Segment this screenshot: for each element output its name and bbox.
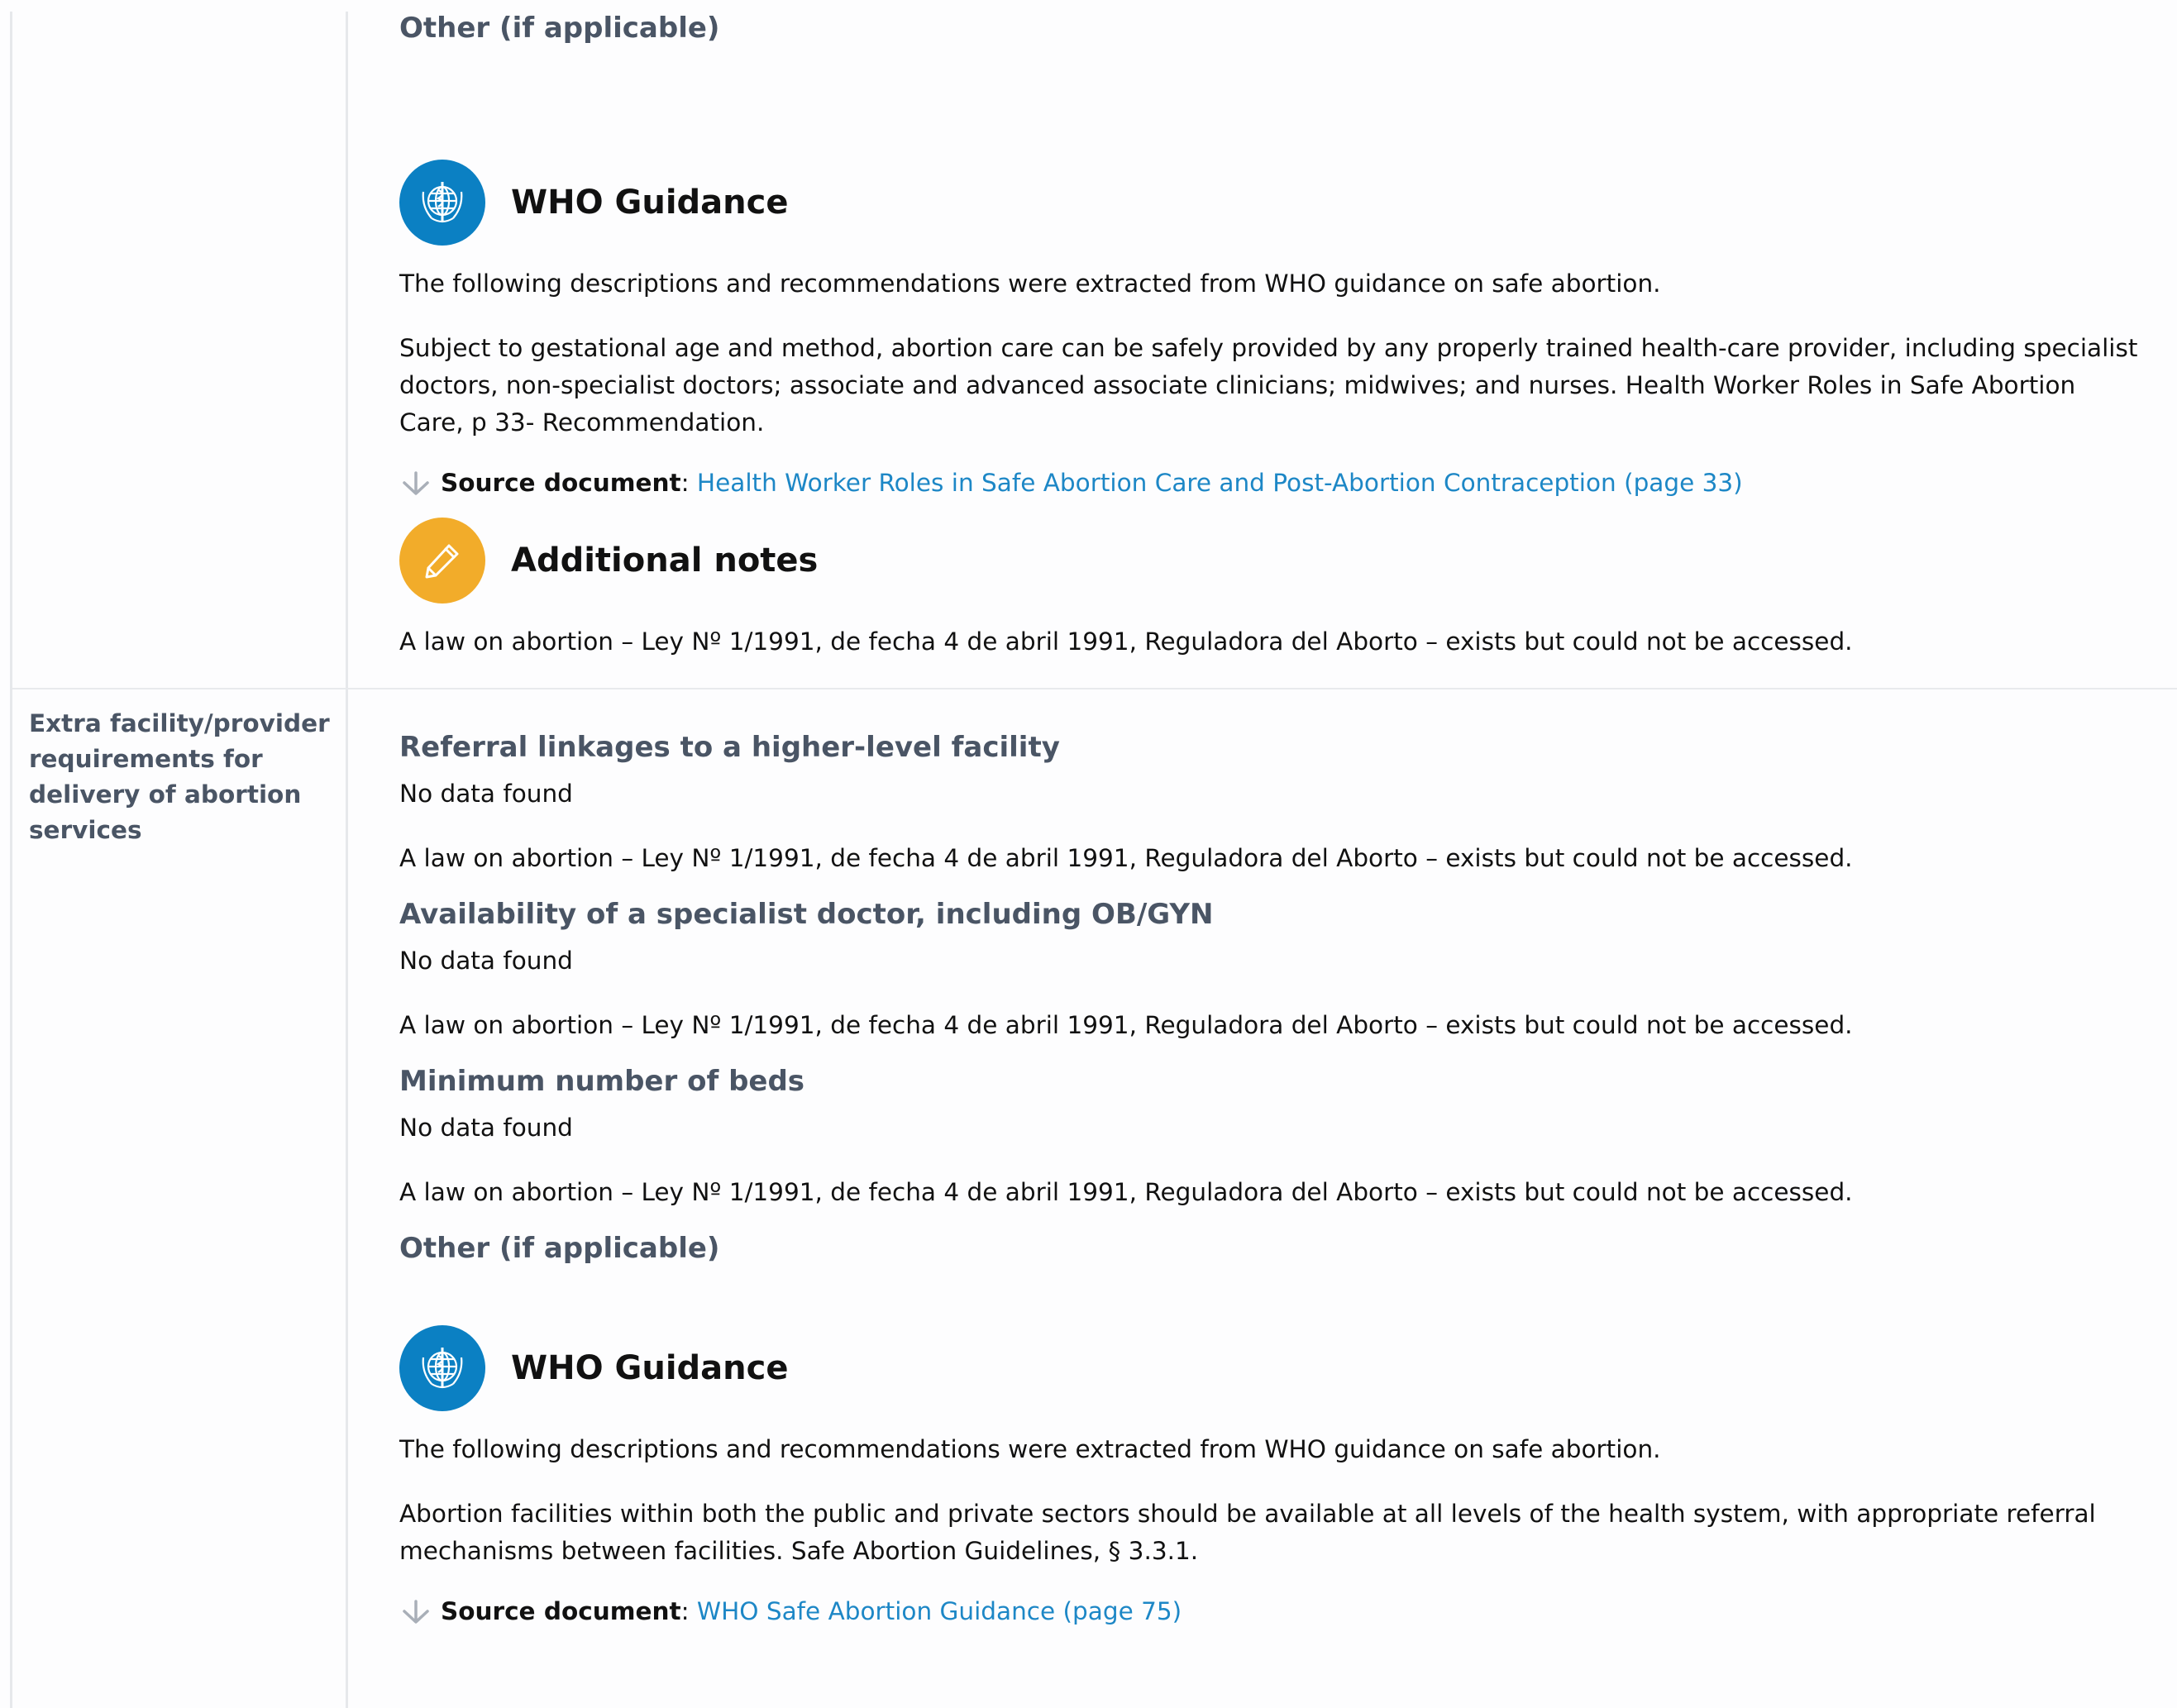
additional-notes-header: Additional notes (399, 518, 2146, 604)
criterion-note: A law on abortion – Ley Nº 1/1991, de fe… (399, 844, 1853, 872)
source-label: Source document (441, 469, 681, 497)
down-arrow-icon (403, 471, 429, 495)
criterion-note: A law on abortion – Ley Nº 1/1991, de fe… (399, 1011, 1853, 1039)
row-label-cell (12, 12, 348, 688)
down-arrow-icon (403, 1600, 429, 1624)
who-body-line: Abortion facilities within both the publ… (399, 1500, 2096, 1528)
additional-notes-title: Additional notes (511, 542, 819, 580)
table-row: Other (if applicable) WHO Guidance The f… (12, 12, 2177, 689)
who-body: Subject to gestational age and method, a… (399, 330, 2146, 441)
criterion-heading: Referral linkages to a higher-level faci… (399, 731, 1060, 764)
row-content-cell: Referral linkages to a higher-level faci… (348, 689, 2177, 1708)
criterion-status: No data found (399, 780, 573, 808)
row-content-cell: Other (if applicable) WHO Guidance The f… (348, 12, 2177, 688)
source-separator: : (680, 1597, 690, 1625)
who-guidance-header: WHO Guidance (399, 160, 2146, 246)
pencil-icon (399, 518, 485, 604)
source-link[interactable]: Health Worker Roles in Safe Abortion Car… (697, 469, 1743, 497)
criterion-heading: Minimum number of beds (399, 1065, 805, 1098)
who-guidance-title: WHO Guidance (511, 1349, 789, 1387)
source-document: Source document: Health Worker Roles in … (399, 468, 2146, 498)
other-heading: Other (if applicable) (399, 12, 720, 45)
source-document: Source document: WHO Safe Abortion Guida… (399, 1596, 2146, 1626)
who-guidance-title: WHO Guidance (511, 184, 789, 222)
who-emblem-icon (399, 160, 485, 246)
row-label: Extra facility/provider requirements for… (29, 709, 330, 844)
who-body-line: doctors, non-specialist doctors; associa… (399, 371, 2076, 399)
criterion-note: A law on abortion – Ley Nº 1/1991, de fe… (399, 1178, 1853, 1206)
criterion-status: No data found (399, 1114, 573, 1142)
other-heading: Other (if applicable) (399, 1232, 720, 1265)
who-emblem-icon (399, 1325, 485, 1411)
page: Other (if applicable) WHO Guidance The f… (10, 12, 2177, 1708)
row-label-cell: Extra facility/provider requirements for… (12, 689, 348, 1708)
who-intro: The following descriptions and recommend… (399, 270, 1661, 298)
source-link[interactable]: WHO Safe Abortion Guidance (page 75) (697, 1597, 1182, 1625)
who-body-line: Subject to gestational age and method, a… (399, 334, 2138, 362)
table-row: Extra facility/provider requirements for… (12, 689, 2177, 1708)
criterion-status: No data found (399, 947, 573, 975)
who-body-line: Care, p 33- Recommendation. (399, 408, 765, 437)
source-label: Source document (441, 1597, 681, 1625)
source-separator: : (680, 469, 690, 497)
who-body: Abortion facilities within both the publ… (399, 1496, 2146, 1570)
criterion-heading: Availability of a specialist doctor, inc… (399, 898, 1214, 931)
additional-notes-text: A law on abortion – Ley Nº 1/1991, de fe… (399, 627, 1853, 656)
who-guidance-header: WHO Guidance (399, 1325, 2146, 1411)
who-body-line: mechanisms between facilities. Safe Abor… (399, 1537, 1199, 1565)
who-intro: The following descriptions and recommend… (399, 1435, 1661, 1463)
